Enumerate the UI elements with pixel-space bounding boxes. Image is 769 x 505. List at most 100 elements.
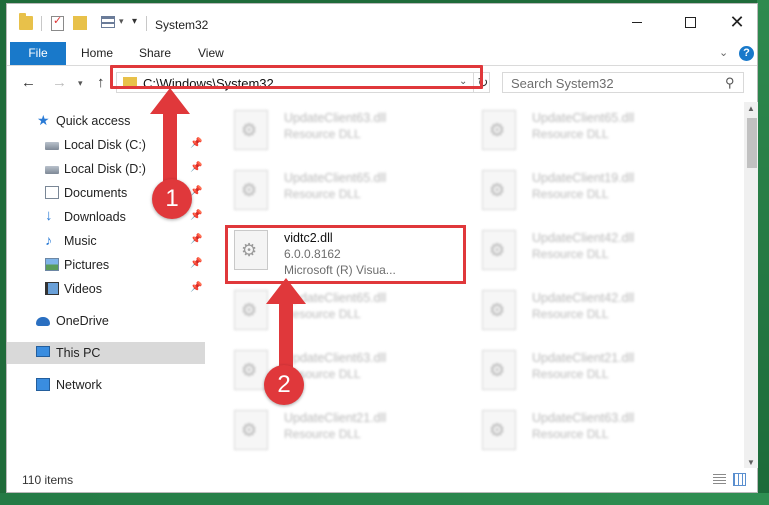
details-view-icon[interactable] (713, 474, 726, 486)
network-icon (36, 378, 50, 391)
search-placeholder: Search System32 (511, 76, 614, 91)
dll-file-icon (482, 170, 516, 210)
close-button[interactable]: ✕ (727, 12, 747, 32)
recent-locations-chevron-icon[interactable]: ▾ (78, 78, 83, 89)
search-input[interactable]: Search System32 ⚲ (502, 72, 744, 93)
sidebar-item-label: OneDrive (56, 314, 109, 328)
onedrive-cloud-icon (36, 317, 50, 326)
sidebar-item-label: Local Disk (D:) (64, 162, 146, 176)
file-name: UpdateClient65.dll (284, 171, 387, 185)
tab-view[interactable]: View (198, 42, 224, 65)
file-tile[interactable]: UpdateClient65.dll Resource DLL (212, 284, 452, 336)
desktop-background-bottom (0, 493, 769, 505)
file-type: Resource DLL (532, 367, 609, 381)
title-bar: ▾ ▾ System32 ✕ (7, 4, 757, 42)
sidebar-item-network[interactable]: Network (7, 374, 205, 396)
properties-icon[interactable] (51, 14, 64, 31)
file-name: UpdateClient65.dll (532, 111, 635, 125)
file-type: Resource DLL (284, 187, 361, 201)
documents-icon (45, 186, 59, 199)
pin-icon[interactable]: 📌 (190, 162, 202, 173)
sidebar-item-this-pc[interactable]: This PC (7, 342, 205, 364)
sidebar-item-label: This PC (56, 346, 101, 360)
file-tile[interactable]: UpdateClient65.dll Resource DLL (212, 164, 452, 216)
customize-view-icon[interactable] (101, 16, 115, 28)
file-tile[interactable]: UpdateClient21.dll Resource DLL (460, 344, 700, 396)
scroll-down-arrow-icon[interactable]: ▼ (747, 458, 755, 467)
file-name: UpdateClient21.dll (284, 411, 387, 425)
expand-ribbon-chevron-icon[interactable]: ⌄ (719, 46, 728, 59)
scroll-up-arrow-icon[interactable]: ▲ (747, 104, 755, 113)
sidebar-item-music[interactable]: ♪ Music 📌 (7, 230, 205, 252)
sidebar-item-label: Local Disk (C:) (64, 138, 146, 152)
search-icon[interactable]: ⚲ (725, 75, 735, 91)
sidebar-item-label: Videos (64, 282, 102, 296)
item-count: 110 items (22, 473, 74, 487)
sidebar-item-label: Music (64, 234, 97, 248)
new-folder-icon[interactable] (73, 16, 87, 30)
pin-icon[interactable]: 📌 (190, 258, 202, 269)
step-2-badge: 2 (264, 365, 304, 405)
file-tile[interactable]: UpdateClient63.dll Resource DLL (212, 104, 452, 156)
desktop-background (757, 0, 769, 505)
file-tile[interactable]: UpdateClient21.dll Resource DLL (212, 404, 452, 456)
help-icon[interactable]: ? (739, 46, 754, 61)
dll-file-icon (482, 350, 516, 390)
large-icons-view-icon[interactable] (733, 473, 746, 486)
file-type: Resource DLL (532, 187, 609, 201)
file-tile[interactable]: UpdateClient63.dll Resource DLL (212, 344, 452, 396)
sidebar-item-onedrive[interactable]: OneDrive (7, 310, 205, 332)
sidebar-item-label: Downloads (64, 210, 126, 224)
minimize-button[interactable] (627, 12, 647, 32)
sidebar-item-label: Network (56, 378, 102, 392)
file-type: Resource DLL (532, 127, 609, 141)
file-tile[interactable]: UpdateClient42.dll Resource DLL (460, 224, 700, 276)
pictures-icon (45, 258, 59, 271)
sidebar-item-videos[interactable]: Videos 📌 (7, 278, 205, 300)
step-1-badge: 1 (152, 179, 192, 219)
file-tile[interactable]: UpdateClient19.dll Resource DLL (460, 164, 700, 216)
dll-file-icon (234, 290, 268, 330)
file-type: Resource DLL (284, 127, 361, 141)
dll-file-icon (234, 410, 268, 450)
dll-file-icon (482, 110, 516, 150)
maximize-button[interactable] (680, 12, 700, 32)
file-name: UpdateClient63.dll (284, 111, 387, 125)
up-arrow-icon[interactable]: ↑ (97, 74, 105, 91)
tab-share[interactable]: Share (139, 42, 171, 65)
file-tile[interactable]: UpdateClient65.dll Resource DLL (460, 104, 700, 156)
arrow-up-icon (266, 278, 306, 378)
videos-icon (45, 282, 59, 295)
scrollbar-thumb[interactable] (747, 118, 757, 168)
file-name: UpdateClient42.dll (532, 291, 635, 305)
window-title: System32 (155, 18, 209, 32)
file-name: UpdateClient63.dll (532, 411, 635, 425)
forward-arrow-icon[interactable]: → (52, 74, 67, 91)
file-tile[interactable]: UpdateClient42.dll Resource DLL (460, 284, 700, 336)
pin-icon[interactable]: 📌 (190, 138, 202, 149)
file-name: UpdateClient42.dll (532, 231, 635, 245)
back-arrow-icon[interactable]: ← (21, 74, 36, 91)
tab-file[interactable]: File (10, 42, 66, 65)
sidebar-item-pictures[interactable]: Pictures 📌 (7, 254, 205, 276)
music-icon: ♪ (45, 232, 52, 248)
chevron-down-icon[interactable]: ▾ (119, 16, 124, 27)
dll-file-icon (234, 110, 268, 150)
disk-icon (45, 142, 59, 150)
address-bar-highlight (110, 65, 483, 89)
folder-icon (19, 13, 33, 30)
tab-home[interactable]: Home (81, 42, 113, 65)
file-type: Resource DLL (532, 247, 609, 261)
pin-icon[interactable]: 📌 (190, 234, 202, 245)
quick-access-toolbar-dropdown-icon[interactable]: ▾ (132, 16, 137, 27)
file-tile[interactable]: UpdateClient63.dll Resource DLL (460, 404, 700, 456)
file-type: Resource DLL (284, 427, 361, 441)
pin-icon[interactable]: 📌 (190, 210, 202, 221)
this-pc-icon (36, 346, 50, 357)
status-bar: 110 items (7, 469, 757, 492)
pin-icon[interactable]: 📌 (190, 186, 202, 197)
toolbar-separator (146, 16, 147, 31)
file-name: UpdateClient21.dll (532, 351, 635, 365)
file-name: UpdateClient19.dll (532, 171, 635, 185)
pin-icon[interactable]: 📌 (190, 282, 202, 293)
